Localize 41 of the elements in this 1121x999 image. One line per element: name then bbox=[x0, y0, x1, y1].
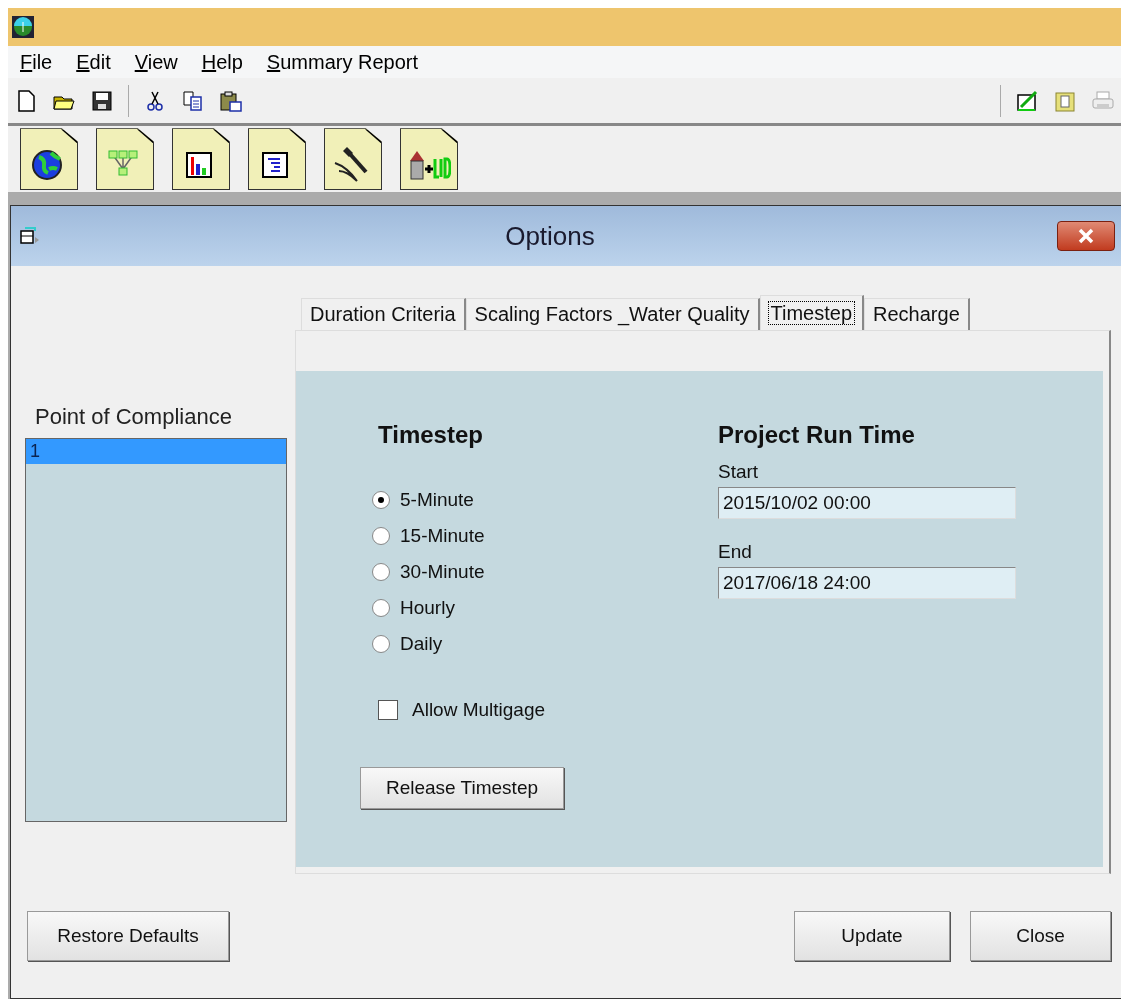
tab[interactable]: Duration Criteria bbox=[301, 298, 466, 330]
tool-button[interactable] bbox=[400, 128, 458, 191]
field-label: End bbox=[718, 541, 753, 563]
close-icon bbox=[1076, 228, 1096, 244]
tool-button[interactable] bbox=[248, 128, 306, 191]
tab[interactable]: Recharge bbox=[864, 298, 970, 330]
checkbox-option[interactable]: Allow Multigage bbox=[378, 699, 546, 721]
radio-option[interactable]: 5-Minute bbox=[372, 489, 718, 511]
close-button[interactable]: Close bbox=[970, 911, 1111, 961]
radio-option[interactable]: Daily bbox=[372, 633, 718, 655]
tool-button[interactable] bbox=[172, 128, 230, 191]
menu-item[interactable]: View bbox=[134, 50, 178, 74]
notepad-pencil-icon[interactable] bbox=[1015, 88, 1039, 113]
radio-option[interactable]: 15-Minute bbox=[372, 525, 718, 547]
app-icon bbox=[12, 16, 34, 39]
list-item[interactable]: 1 bbox=[26, 439, 286, 464]
section-heading: Timestep bbox=[378, 421, 484, 449]
update-button[interactable]: Update bbox=[794, 911, 950, 961]
restore-defaults-button[interactable]: Restore Defaults bbox=[27, 911, 229, 961]
section-heading: Project Run Time bbox=[718, 421, 916, 449]
release-timestep-button[interactable]: Release Timestep bbox=[360, 767, 564, 809]
tool-button[interactable] bbox=[324, 128, 382, 191]
copy-icon[interactable] bbox=[181, 88, 205, 113]
tab[interactable]: Scaling Factors _Water Quality bbox=[465, 298, 760, 330]
tool-button[interactable] bbox=[20, 128, 78, 191]
end-field[interactable]: 2017/06/18 24:00 bbox=[718, 567, 1016, 599]
menu-item[interactable]: Edit bbox=[76, 50, 111, 74]
tab[interactable]: Timestep bbox=[759, 295, 865, 330]
radio-option[interactable]: Hourly bbox=[372, 597, 718, 619]
menu-item[interactable]: File bbox=[20, 50, 53, 74]
tool-button[interactable] bbox=[96, 128, 154, 191]
save-icon[interactable] bbox=[90, 88, 114, 113]
field-label: Start bbox=[718, 461, 760, 483]
list-label: Point of Compliance bbox=[34, 404, 233, 430]
radio-option[interactable]: 30-Minute bbox=[372, 561, 718, 583]
window-title: Options bbox=[504, 220, 596, 252]
start-field[interactable]: 2015/10/02 00:00 bbox=[718, 487, 1016, 519]
menu-item[interactable]: Help bbox=[201, 50, 243, 74]
paste-icon[interactable] bbox=[219, 88, 243, 113]
menu-item[interactable]: Summary Report bbox=[266, 50, 418, 74]
close-button[interactable] bbox=[1057, 221, 1115, 251]
